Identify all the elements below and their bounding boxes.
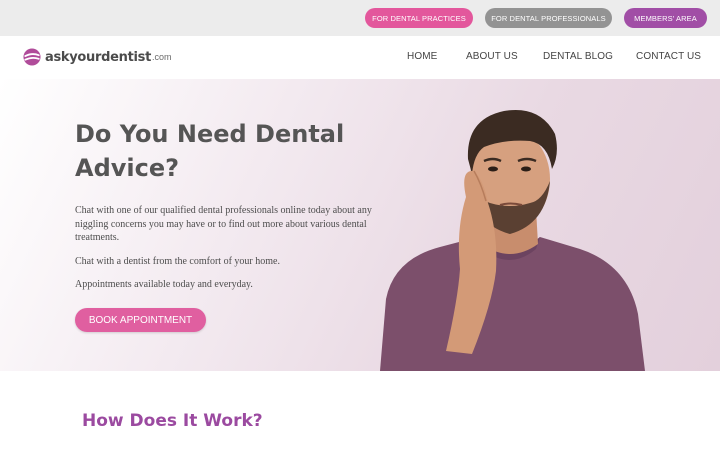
members-area-button[interactable]: MEMBERS' AREA — [624, 8, 707, 28]
site-logo[interactable]: askyourdentist .com — [23, 48, 172, 66]
nav-dental-blog[interactable]: DENTAL BLOG — [543, 51, 613, 62]
nav-about-us[interactable]: ABOUT US — [466, 51, 518, 62]
top-utility-bar: FOR DENTAL PRACTICES FOR DENTAL PROFESSI… — [0, 0, 720, 36]
hero-intro-text: Chat with one of our qualified dental pr… — [75, 205, 372, 243]
logo-text: askyourdentist — [45, 49, 152, 65]
for-dental-professionals-button[interactable]: FOR DENTAL PROFESSIONALS — [485, 8, 612, 28]
nav-contact-us[interactable]: CONTACT US — [636, 51, 701, 62]
for-dental-practices-button[interactable]: FOR DENTAL PRACTICES — [365, 8, 473, 28]
logo-icon — [23, 48, 41, 66]
how-it-works-heading: How Does It Work? — [82, 411, 263, 431]
hero-availability-text: Appointments available today and everyda… — [75, 279, 253, 290]
hero-section: Do You Need Dental Advice? Chat with one… — [0, 79, 720, 371]
nav-home[interactable]: HOME — [407, 51, 437, 62]
man-with-toothache-photo — [380, 109, 645, 371]
hero-title: Do You Need Dental Advice? — [75, 120, 345, 182]
site-header: askyourdentist .com HOME ABOUT US DENTAL… — [0, 36, 720, 79]
book-appointment-button[interactable]: BOOK APPOINTMENT — [75, 308, 206, 332]
hero-home-text: Chat with a dentist from the comfort of … — [75, 256, 280, 267]
logo-suffix: .com — [152, 52, 172, 62]
